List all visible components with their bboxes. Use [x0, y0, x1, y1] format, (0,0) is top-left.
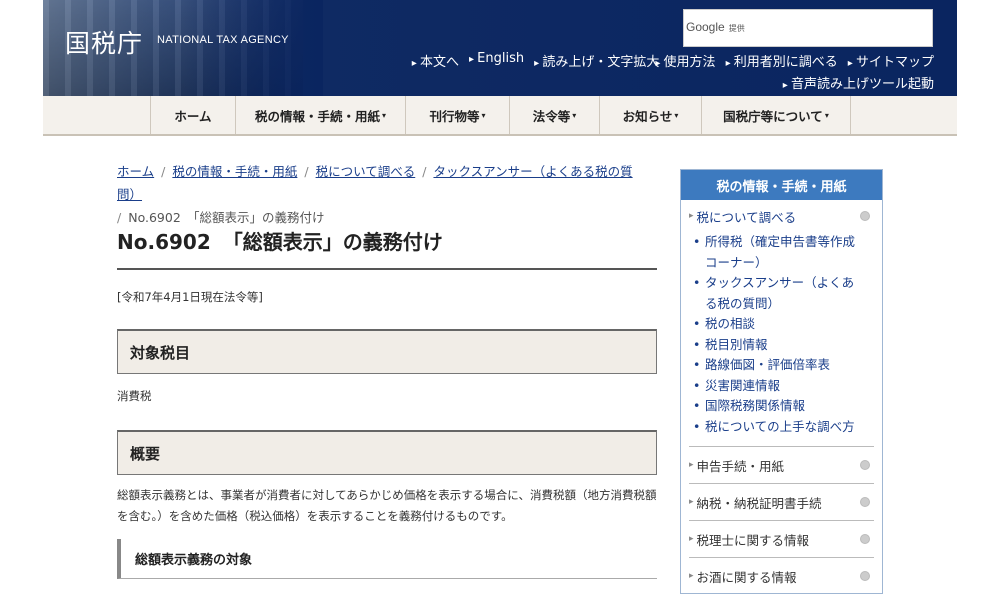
google-search-label: Google 提供	[686, 20, 745, 34]
global-nav: ホーム 税の情報・手続・用紙 ▾ 刊行物等 ▾ 法令等 ▾ お知らせ ▾ 国税庁等につい…	[43, 96, 957, 136]
toggle-circle-icon	[860, 497, 870, 507]
nav-home[interactable]: ホーム	[151, 96, 236, 134]
page: 国税庁 NATIONAL TAX AGENCY Google提供 本文へ Eng…	[0, 0, 1000, 594]
breadcrumb-tax-info[interactable]: 税の情報・手続・用紙	[172, 164, 297, 179]
sidebar-link[interactable]: 災害関連情報	[693, 376, 864, 397]
site-logo[interactable]: 国税庁	[65, 24, 143, 60]
site-logo-english[interactable]: NATIONAL TAX AGENCY	[157, 34, 289, 46]
link-skip-to-content[interactable]: 本文へ	[412, 51, 459, 70]
sidebar-link[interactable]: 税についての上手な調べ方	[693, 417, 864, 438]
sidebar-section-payment[interactable]: 納税・納税証明書手続	[689, 483, 874, 520]
section-heading-overview: 概要	[117, 430, 657, 475]
sidebar-link[interactable]: 税の相談	[693, 314, 864, 335]
breadcrumb-home[interactable]: ホーム	[117, 164, 154, 179]
chevron-down-icon: ▾	[572, 110, 577, 120]
toggle-circle-icon	[860, 211, 870, 221]
law-date: [令和7年4月1日現在法令等]	[117, 290, 263, 304]
main-content: ホーム / 税の情報・手続・用紙 / 税について調べる / タックスアンサー（よくある税の質…	[117, 160, 657, 579]
sidebar-link[interactable]: 路線価図・評価倍率表	[693, 355, 864, 376]
sidebar: 税の情報・手続・用紙 税について調べる 所得税（確定申告書等作成コーナー） タッ…	[680, 169, 883, 594]
nav-publications[interactable]: 刊行物等 ▾	[406, 96, 510, 134]
breadcrumb-tax-search[interactable]: 税について調べる	[316, 164, 416, 179]
chevron-down-icon: ▾	[674, 110, 679, 120]
sidebar-item-tax-search[interactable]: 税について調べる	[681, 200, 882, 232]
sidebar-link[interactable]: タックスアンサー（よくある税の質問）	[693, 273, 864, 314]
link-read-aloud-zoom[interactable]: 読み上げ・文字拡大	[534, 51, 659, 70]
chevron-down-icon: ▾	[481, 110, 486, 120]
breadcrumb: ホーム / 税の情報・手続・用紙 / 税について調べる / タックスアンサー（よくある税の質…	[117, 164, 633, 225]
target-tax-text: 消費税	[117, 389, 152, 403]
link-sitemap[interactable]: サイトマップ	[848, 51, 934, 70]
sidebar-section-filing[interactable]: 申告手続・用紙	[689, 446, 874, 483]
sidebar-sublist: 所得税（確定申告書等作成コーナー） タックスアンサー（よくある税の質問） 税の相…	[681, 232, 882, 437]
sidebar-heading[interactable]: 税の情報・手続・用紙	[681, 170, 882, 200]
nav-tax-info[interactable]: 税の情報・手続・用紙 ▾	[236, 96, 406, 134]
header-links-2: 音声読み上げツール起動	[783, 73, 934, 92]
header-links: 本文へ English 読み上げ・文字拡大 使用方法 利用者別に調べる サイトマ…	[412, 51, 934, 70]
section-heading-target-tax: 対象税目	[117, 329, 657, 374]
search-box[interactable]: Google 提供	[683, 9, 933, 47]
toggle-circle-icon	[860, 460, 870, 470]
chevron-down-icon: ▾	[824, 110, 829, 120]
link-english[interactable]: English	[469, 51, 524, 70]
page-title: No.6902 「総額表示」の義務付け	[117, 226, 657, 270]
sidebar-link[interactable]: 所得税（確定申告書等作成コーナー）	[693, 232, 864, 273]
sidebar-link[interactable]: 税目別情報	[693, 335, 864, 356]
link-by-user[interactable]: 利用者別に調べる	[726, 51, 838, 70]
overview-text: 総額表示義務とは、事業者が消費者に対してあらかじめ価格を表示する場合に、消費税額…	[117, 488, 657, 523]
link-usage[interactable]: 使用方法	[655, 51, 716, 70]
nav-laws[interactable]: 法令等 ▾	[510, 96, 600, 134]
site-header: 国税庁 NATIONAL TAX AGENCY Google提供 本文へ Eng…	[43, 0, 957, 96]
sidebar-link[interactable]: 国際税務関係情報	[693, 396, 864, 417]
nav-about[interactable]: 国税庁等について ▾	[702, 96, 851, 134]
subsection-heading: 総額表示義務の対象	[117, 539, 657, 579]
link-voice-tool[interactable]: 音声読み上げツール起動	[783, 77, 934, 92]
chevron-down-icon: ▾	[382, 110, 387, 120]
breadcrumb-current: No.6902 「総額表示」の義務付け	[128, 210, 325, 225]
sidebar-section-tax-accountant[interactable]: 税理士に関する情報	[689, 520, 874, 557]
sidebar-section-liquor[interactable]: お酒に関する情報	[689, 557, 874, 593]
toggle-circle-icon	[860, 571, 870, 581]
nav-news[interactable]: お知らせ ▾	[600, 96, 702, 134]
toggle-circle-icon	[860, 534, 870, 544]
